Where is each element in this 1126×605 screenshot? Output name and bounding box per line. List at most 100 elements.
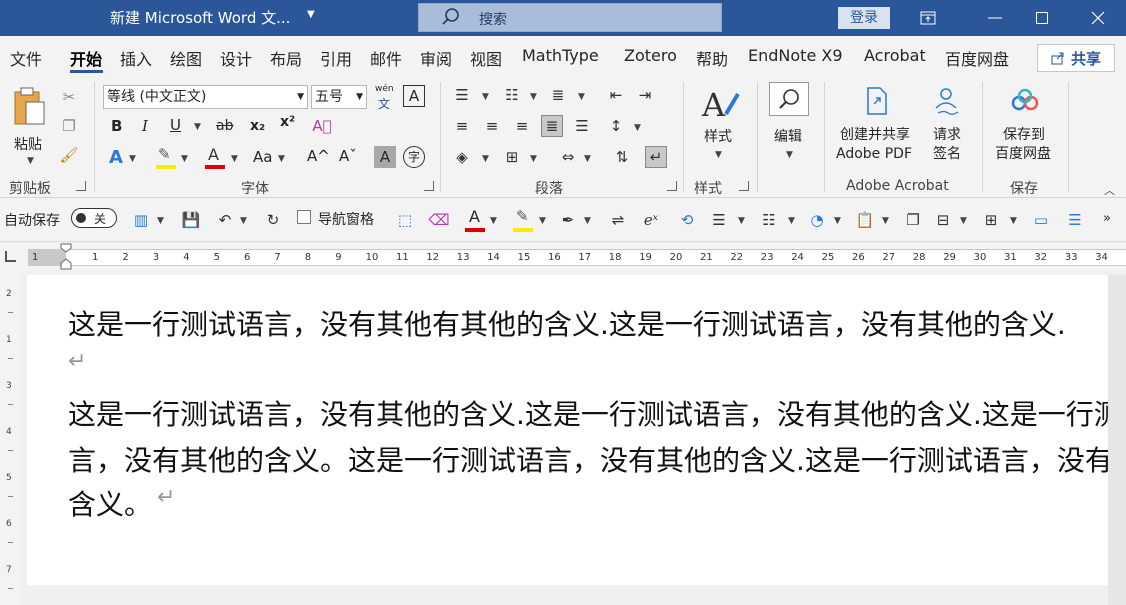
- phonetic-guide-button[interactable]: wén 文: [373, 84, 397, 111]
- chevron-down-icon[interactable]: ▼: [490, 216, 497, 226]
- chevron-down-icon[interactable]: ▼: [634, 123, 641, 133]
- decrease-indent-icon[interactable]: ⇤: [605, 84, 627, 106]
- more-commands-icon[interactable]: »: [1103, 211, 1111, 226]
- font-name-combobox[interactable]: 等线 (中文正文) ▼: [103, 85, 308, 109]
- undo-icon[interactable]: ↶: [214, 209, 236, 231]
- align-left-icon[interactable]: ≡: [451, 115, 473, 137]
- chevron-down-icon[interactable]: ▼: [482, 92, 489, 102]
- cut-icon[interactable]: ✂: [58, 86, 80, 108]
- tab-draw[interactable]: 绘图: [170, 46, 202, 70]
- numbering-icon[interactable]: ☷: [501, 84, 523, 106]
- layout-icon[interactable]: ▥: [130, 209, 152, 231]
- page-break-icon[interactable]: ⊟: [932, 209, 954, 231]
- paragraph-2-line-3[interactable]: 含义。: [68, 483, 152, 523]
- autosave-toggle[interactable]: 关: [71, 208, 117, 228]
- scrollbar-track[interactable]: [1108, 275, 1126, 605]
- line-spacing-icon[interactable]: ↕: [605, 115, 627, 137]
- chevron-down-icon[interactable]: ▼: [882, 216, 889, 226]
- tab-endnote[interactable]: EndNote X9: [748, 46, 843, 65]
- chevron-down-icon[interactable]: ▼: [129, 154, 136, 164]
- share-button[interactable]: 共享: [1037, 44, 1115, 72]
- tab-references[interactable]: 引用: [320, 46, 352, 70]
- ribbon-display-icon[interactable]: [905, 0, 951, 36]
- chevron-down-icon[interactable]: ▼: [181, 154, 188, 164]
- create-pdf-button[interactable]: 创建并共享 Adobe PDF: [834, 86, 920, 166]
- chevron-down-icon[interactable]: ▼: [1010, 216, 1017, 226]
- multilevel-list-icon[interactable]: ≣: [547, 84, 569, 106]
- close-icon[interactable]: [1075, 0, 1121, 36]
- copy-icon[interactable]: ❐: [58, 115, 80, 137]
- redo-icon[interactable]: ↻: [262, 209, 284, 231]
- paste-button[interactable]: 粘贴 ▼: [8, 84, 52, 166]
- chevron-down-icon[interactable]: ▼: [278, 154, 285, 164]
- chevron-down-icon[interactable]: ▼: [240, 216, 247, 226]
- align-center-icon[interactable]: ≡: [481, 115, 503, 137]
- grow-font-button[interactable]: A^: [307, 147, 330, 165]
- table-icon[interactable]: ⊞: [980, 209, 1002, 231]
- paragraph-1[interactable]: 这是一行测试语言，没有其他有其他的含义.这是一行测试语言，没有其他的含义.: [68, 303, 1066, 343]
- italic-button[interactable]: I: [142, 117, 148, 135]
- sort-icon[interactable]: ⇅: [611, 146, 633, 168]
- tab-mathtype[interactable]: MathType: [522, 46, 599, 65]
- minimize-icon[interactable]: [972, 0, 1018, 36]
- tab-review[interactable]: 审阅: [420, 46, 452, 70]
- chevron-down-icon[interactable]: ▼: [539, 216, 546, 226]
- clear-formatting-icon[interactable]: A⃥: [311, 115, 333, 137]
- document-title[interactable]: 新建 Microsoft Word 文...: [110, 7, 290, 28]
- paragraph-2-line-2[interactable]: 言，没有其他的含义。这是一行测试语言，没有其他的含义.这是一行测试语言，没有其他…: [68, 439, 1108, 479]
- format-painter-icon[interactable]: 🖌: [58, 144, 80, 166]
- font-launcher-icon[interactable]: [424, 181, 434, 191]
- tab-mailings[interactable]: 邮件: [370, 46, 402, 70]
- chevron-down-icon[interactable]: ▼: [738, 216, 745, 226]
- char-border-icon[interactable]: A: [403, 85, 425, 107]
- qat-highlight-button[interactable]: ✎: [512, 207, 534, 233]
- numbering-icon[interactable]: ☷: [758, 209, 780, 231]
- maximize-icon[interactable]: [1019, 0, 1065, 36]
- borders-icon[interactable]: ⊞: [501, 146, 523, 168]
- bold-button[interactable]: B: [111, 117, 122, 135]
- paste-options-icon[interactable]: 📋: [854, 209, 876, 231]
- increase-indent-icon[interactable]: ⇥: [634, 84, 656, 106]
- save-to-baidu-button[interactable]: 保存到 百度网盘: [992, 86, 1058, 166]
- search-box[interactable]: 搜索: [418, 3, 722, 32]
- enclosed-char-icon[interactable]: 字: [403, 146, 425, 168]
- char-shading-icon[interactable]: A: [374, 146, 396, 168]
- copy-format-icon[interactable]: ❐: [902, 209, 924, 231]
- tab-selector-icon[interactable]: [5, 251, 16, 262]
- bullets-icon[interactable]: ☰: [451, 84, 473, 106]
- tab-view[interactable]: 视图: [470, 46, 502, 70]
- pen-icon[interactable]: ✒: [557, 209, 579, 231]
- tab-zotero[interactable]: Zotero: [624, 46, 677, 65]
- request-signature-button[interactable]: 请求 签名: [926, 86, 968, 166]
- textbox-icon[interactable]: ⬚: [394, 209, 416, 231]
- horizontal-lines-icon[interactable]: ☰: [1064, 209, 1086, 231]
- chevron-down-icon[interactable]: ▼: [297, 86, 304, 108]
- refresh-icon[interactable]: ⟲: [676, 209, 698, 231]
- bullets-icon[interactable]: ☰: [708, 209, 730, 231]
- vertical-ruler[interactable]: 21345678: [0, 271, 22, 605]
- chevron-down-icon[interactable]: ▼: [27, 156, 34, 166]
- underline-button[interactable]: U: [170, 116, 181, 134]
- superscript-button[interactable]: x²: [280, 114, 295, 130]
- strikethrough-button[interactable]: ab: [216, 118, 233, 134]
- chevron-down-icon[interactable]: ▼: [194, 122, 201, 132]
- text-effects-icon[interactable]: A: [105, 146, 127, 168]
- chevron-down-icon[interactable]: ▼: [231, 154, 238, 164]
- highlight-color-button[interactable]: ✎: [154, 145, 178, 171]
- shapes-icon[interactable]: ◔: [806, 209, 828, 231]
- chevron-down-icon[interactable]: ▼: [530, 154, 537, 164]
- chevron-down-icon[interactable]: ▼: [578, 92, 585, 102]
- tab-acrobat[interactable]: Acrobat: [864, 46, 926, 65]
- document-page[interactable]: 这是一行测试语言，没有其他有其他的含义.这是一行测试语言，没有其他的含义. ↵ …: [27, 275, 1108, 585]
- tab-help[interactable]: 帮助: [696, 46, 728, 70]
- chevron-down-icon[interactable]: ▼: [482, 154, 489, 164]
- shading-icon[interactable]: ◈: [451, 146, 473, 168]
- clipboard-launcher-icon[interactable]: [76, 181, 86, 191]
- show-marks-icon[interactable]: ↵: [645, 146, 667, 168]
- chevron-down-icon[interactable]: ▼: [157, 216, 164, 226]
- styles-launcher-icon[interactable]: [739, 181, 749, 191]
- nav-pane-checkbox[interactable]: [297, 210, 311, 224]
- chevron-down-icon[interactable]: ▼: [530, 92, 537, 102]
- qat-font-color-button[interactable]: A: [464, 207, 486, 233]
- save-icon[interactable]: 💾: [180, 209, 202, 231]
